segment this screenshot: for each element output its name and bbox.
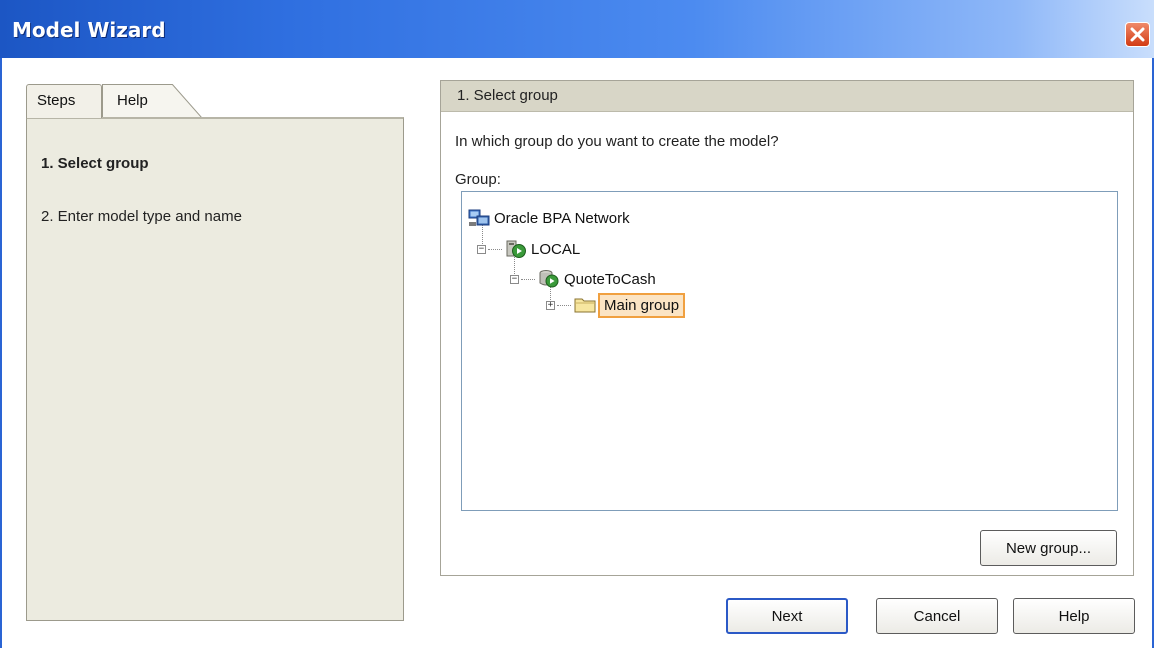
cancel-button[interactable]: Cancel — [876, 598, 998, 634]
collapse-toggle[interactable]: − — [477, 244, 486, 254]
question-text: In which group do you want to create the… — [455, 133, 779, 150]
server-icon — [506, 240, 526, 258]
tab-steps[interactable]: Steps — [26, 84, 102, 118]
step-enter-model: 2. Enter model type and name — [41, 208, 242, 225]
tree-dots — [557, 304, 571, 306]
help-button[interactable]: Help — [1013, 598, 1135, 634]
next-button[interactable]: Next — [726, 598, 848, 634]
page-title: 1. Select group — [441, 81, 1133, 112]
database-icon — [539, 270, 559, 288]
next-label: Next — [771, 607, 803, 625]
network-icon — [468, 209, 490, 226]
tree-node-label: LOCAL — [531, 240, 581, 258]
tree-node-quotetocash[interactable]: − QuoteToCash — [510, 268, 656, 290]
tree-node-label: Oracle BPA Network — [494, 209, 630, 227]
tree-dots — [488, 248, 502, 250]
sidebar-tabs: Help Steps — [26, 84, 406, 118]
expand-toggle[interactable]: + — [546, 300, 555, 310]
step-select-group: 1. Select group — [41, 155, 149, 172]
cancel-label: Cancel — [913, 607, 961, 625]
steps-panel: 1. Select group 2. Enter model type and … — [26, 117, 404, 621]
help-label: Help — [1058, 607, 1090, 625]
group-label: Group: — [455, 171, 501, 188]
collapse-toggle[interactable]: − — [510, 274, 519, 284]
main-panel: 1. Select group In which group do you wa… — [440, 80, 1134, 576]
window-title: Model Wizard — [12, 18, 166, 42]
tree-node-main-group[interactable]: + Main group — [546, 292, 686, 318]
selected-tree-label: Main group — [598, 292, 686, 318]
new-group-label: New group... — [1005, 539, 1092, 557]
close-icon — [1130, 27, 1145, 42]
group-tree[interactable]: Oracle BPA Network − LOCAL − QuoteToCash… — [461, 191, 1118, 511]
title-bar[interactable]: Model Wizard — [0, 0, 1154, 58]
tab-steps-label: Steps — [37, 92, 76, 109]
tree-node-local[interactable]: − LOCAL — [477, 238, 580, 260]
new-group-button[interactable]: New group... — [980, 530, 1117, 566]
close-button[interactable] — [1125, 22, 1150, 47]
tree-node-network[interactable]: Oracle BPA Network — [468, 207, 630, 229]
tree-node-label: QuoteToCash — [564, 270, 656, 288]
tree-dots — [521, 278, 535, 280]
folder-icon — [574, 298, 596, 313]
tab-help-edge — [102, 84, 202, 118]
